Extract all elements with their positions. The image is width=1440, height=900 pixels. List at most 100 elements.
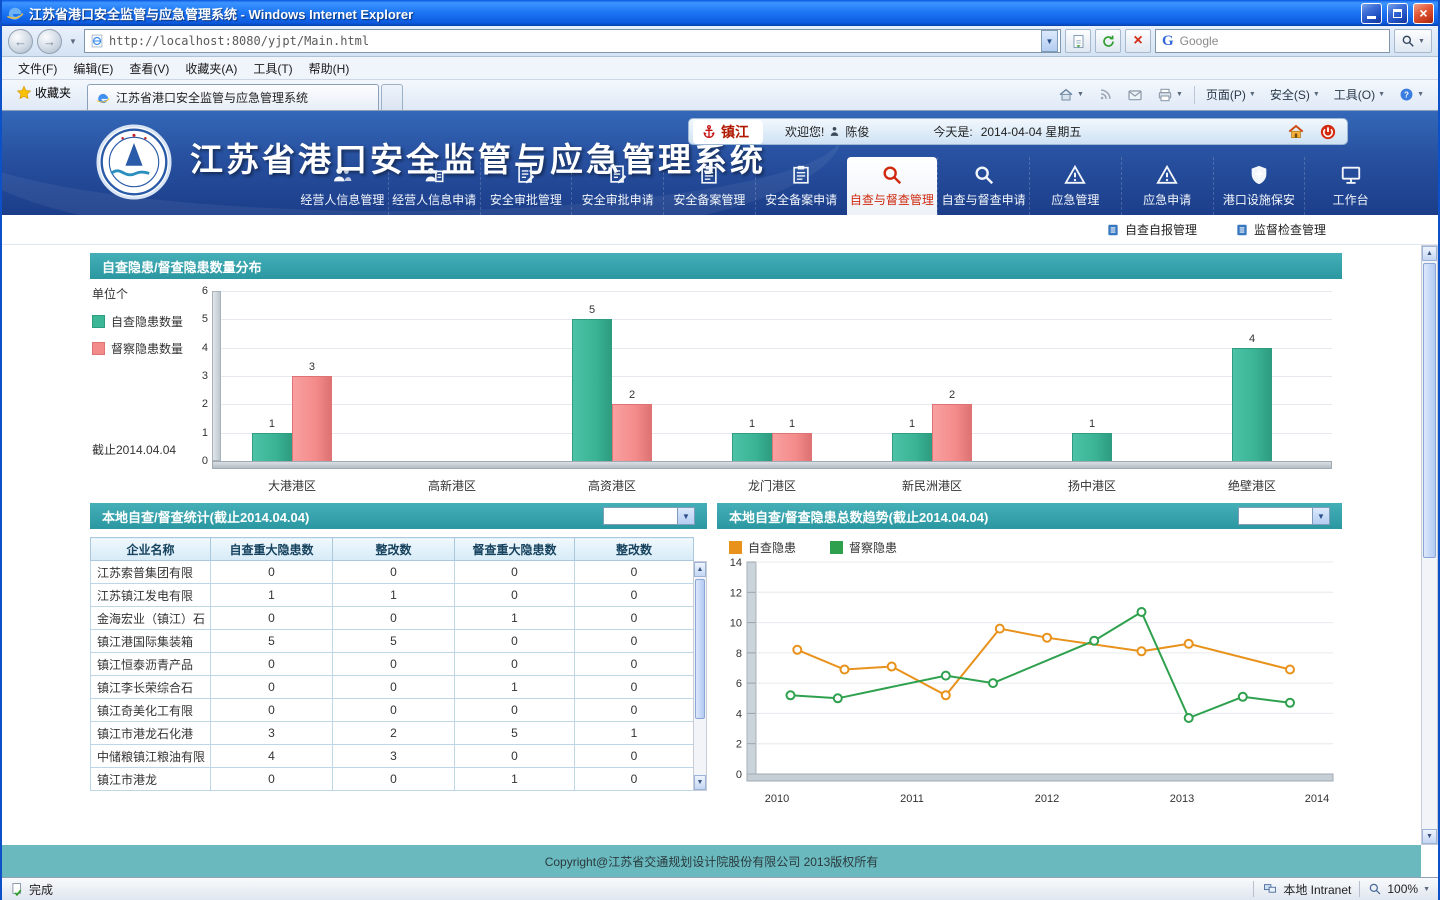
table-panel-header: 本地自查/督查统计(截止2014.04.04) ▼	[90, 503, 707, 529]
trend-legend: 自查隐患 督察隐患	[717, 529, 1342, 556]
nav-record-apply[interactable]: 安全备案申请	[755, 157, 847, 215]
search-button[interactable]: ▼	[1394, 29, 1432, 53]
trend-panel-title: 本地自查/督查隐患总数趋势(截止2014.04.04)	[729, 507, 988, 526]
search-input[interactable]: G Google	[1155, 29, 1390, 53]
table-cell: 0	[333, 699, 455, 722]
new-tab-stub[interactable]	[381, 84, 403, 110]
scroll-down-icon[interactable]: ▼	[1422, 829, 1437, 844]
table-row[interactable]: 镇江奇美化工有限0000	[91, 699, 694, 722]
history-dropdown[interactable]: ▼	[66, 29, 80, 54]
table-filter-select[interactable]: ▼	[603, 507, 695, 525]
tools-menu-button[interactable]: 工具(O)▼	[1328, 83, 1391, 106]
table-row[interactable]: 镇江港国际集装箱5500	[91, 630, 694, 653]
bar-supervise: 3	[292, 376, 332, 461]
minimize-button[interactable]	[1361, 3, 1382, 24]
legend-swatch	[830, 541, 843, 554]
table-cell: 0	[575, 768, 694, 791]
table-cell: 0	[455, 561, 575, 584]
close-button[interactable]: ×	[1413, 3, 1434, 24]
table-cell: 0	[211, 699, 333, 722]
table-row[interactable]: 镇江市港龙0010	[91, 768, 694, 791]
trend-filter-select[interactable]: ▼	[1238, 507, 1330, 525]
scroll-up-icon[interactable]: ▲	[694, 562, 706, 577]
nav-item-label: 自查与督查管理	[850, 191, 934, 208]
zoom-control[interactable]: 100% ▼	[1368, 882, 1430, 896]
mail-button[interactable]	[1121, 84, 1149, 106]
table-scrollbar[interactable]: ▲ ▼	[693, 561, 707, 791]
maximize-button[interactable]	[1387, 3, 1408, 24]
menubar-item[interactable]: 工具(T)	[245, 57, 300, 80]
scrollbar-thumb[interactable]	[1423, 263, 1436, 558]
table-row[interactable]: 镇江李长荣综合石0010	[91, 676, 694, 699]
menubar-item[interactable]: 收藏夹(A)	[177, 57, 245, 80]
refresh-button[interactable]	[1095, 29, 1121, 53]
nav-item-label: 应急申请	[1143, 191, 1191, 208]
nav-approval-apply[interactable]: 安全审批申请	[571, 157, 663, 215]
table-row[interactable]: 江苏镇江发电有限1100	[91, 584, 694, 607]
scroll-up-icon[interactable]: ▲	[1422, 246, 1437, 261]
back-button[interactable]: ←	[8, 29, 33, 54]
rss-icon	[1098, 87, 1113, 102]
scrollbar-thumb[interactable]	[695, 579, 705, 719]
nav-record-manage[interactable]: 安全备案管理	[663, 157, 755, 215]
table-cell: 0	[575, 676, 694, 699]
subnav-item-1[interactable]: 监督检查管理	[1235, 221, 1326, 238]
menubar-item[interactable]: 编辑(E)	[65, 57, 121, 80]
nav-port-security[interactable]: 港口设施保安	[1213, 157, 1305, 215]
logout-button[interactable]	[1319, 123, 1337, 141]
bar-panel-header: 自查隐患/督查隐患数量分布	[90, 253, 1342, 279]
stop-button[interactable]: ×	[1125, 29, 1151, 53]
help-button[interactable]: ? ▼	[1393, 84, 1430, 105]
zoom-level: 100%	[1387, 882, 1418, 896]
stats-table-panel: 本地自查/督查统计(截止2014.04.04) ▼ 企业名称自查重大隐患数整改数…	[90, 503, 707, 791]
page-menu-button[interactable]: 页面(P)▼	[1200, 83, 1262, 106]
scroll-down-icon[interactable]: ▼	[694, 775, 706, 790]
page-scrollbar[interactable]: ▲ ▼	[1421, 245, 1438, 845]
nav-approval-manage[interactable]: 安全审批管理	[480, 157, 572, 215]
svg-text:6: 6	[736, 678, 742, 690]
page-icon	[90, 34, 104, 48]
home-button[interactable]: ▼	[1052, 84, 1090, 106]
subnav-item-0[interactable]: 自查自报管理	[1106, 221, 1197, 238]
compatibility-view-button[interactable]	[1065, 29, 1091, 53]
portal-home-button[interactable]	[1287, 123, 1305, 141]
bar-plot: 012345613大港港区高新港区52高资港区11龙门港区12新民洲港区1扬中港…	[212, 291, 1332, 461]
nav-operators-apply[interactable]: 经营人信息申请	[388, 157, 480, 215]
table-row[interactable]: 镇江市港龙石化港3251	[91, 722, 694, 745]
table-cell: 0	[333, 676, 455, 699]
emergency-manage-icon	[1064, 164, 1086, 186]
table-cell: 0	[455, 699, 575, 722]
nav-inspection-apply[interactable]: 自查与督查申请	[937, 157, 1029, 215]
safety-menu-button[interactable]: 安全(S)▼	[1264, 83, 1326, 106]
nav-emergency-apply[interactable]: 应急申请	[1121, 157, 1213, 215]
legend-item: 督察隐患数量	[92, 340, 183, 357]
address-dropdown[interactable]: ▼	[1041, 30, 1058, 52]
table-row[interactable]: 金海宏业（镇江）石0010	[91, 607, 694, 630]
menubar-item[interactable]: 文件(F)	[10, 57, 65, 80]
inspection-manage-icon	[881, 164, 903, 186]
table-cell: 镇江奇美化工有限	[91, 699, 211, 722]
zone-text: 本地 Intranet	[1283, 881, 1351, 898]
nav-workbench[interactable]: 工作台	[1304, 157, 1396, 215]
table-row[interactable]: 中储粮镇江粮油有限4300	[91, 745, 694, 768]
nav-emergency-manage[interactable]: 应急管理	[1029, 157, 1121, 215]
print-button[interactable]: ▼	[1151, 84, 1189, 106]
legend-label: 自查隐患	[748, 539, 796, 556]
feeds-button[interactable]	[1092, 84, 1119, 105]
favorites-button[interactable]: 收藏夹	[10, 81, 77, 104]
table-row[interactable]: 镇江恒泰沥青产品0000	[91, 653, 694, 676]
zoom-icon	[1368, 882, 1382, 896]
address-field[interactable]: http://localhost:8080/yjpt/Main.html ▼	[84, 29, 1061, 53]
nav-inspection-manage[interactable]: 自查与督查管理	[847, 157, 938, 215]
menubar-item[interactable]: 帮助(H)	[301, 57, 358, 80]
gridline	[221, 348, 1332, 349]
bar-y-tick: 4	[188, 342, 208, 354]
forward-button[interactable]: →	[37, 29, 62, 54]
user-name[interactable]: 陈俊	[845, 123, 869, 140]
nav-operators-manage[interactable]: 经营人信息管理	[297, 157, 388, 215]
menubar-item[interactable]: 查看(V)	[121, 57, 177, 80]
browser-tab[interactable]: 江苏省港口安全监管与应急管理系统	[87, 84, 379, 110]
svg-text:4: 4	[736, 708, 742, 720]
table-row[interactable]: 江苏索普集团有限0000	[91, 561, 694, 584]
bar-value-label: 1	[763, 418, 821, 430]
